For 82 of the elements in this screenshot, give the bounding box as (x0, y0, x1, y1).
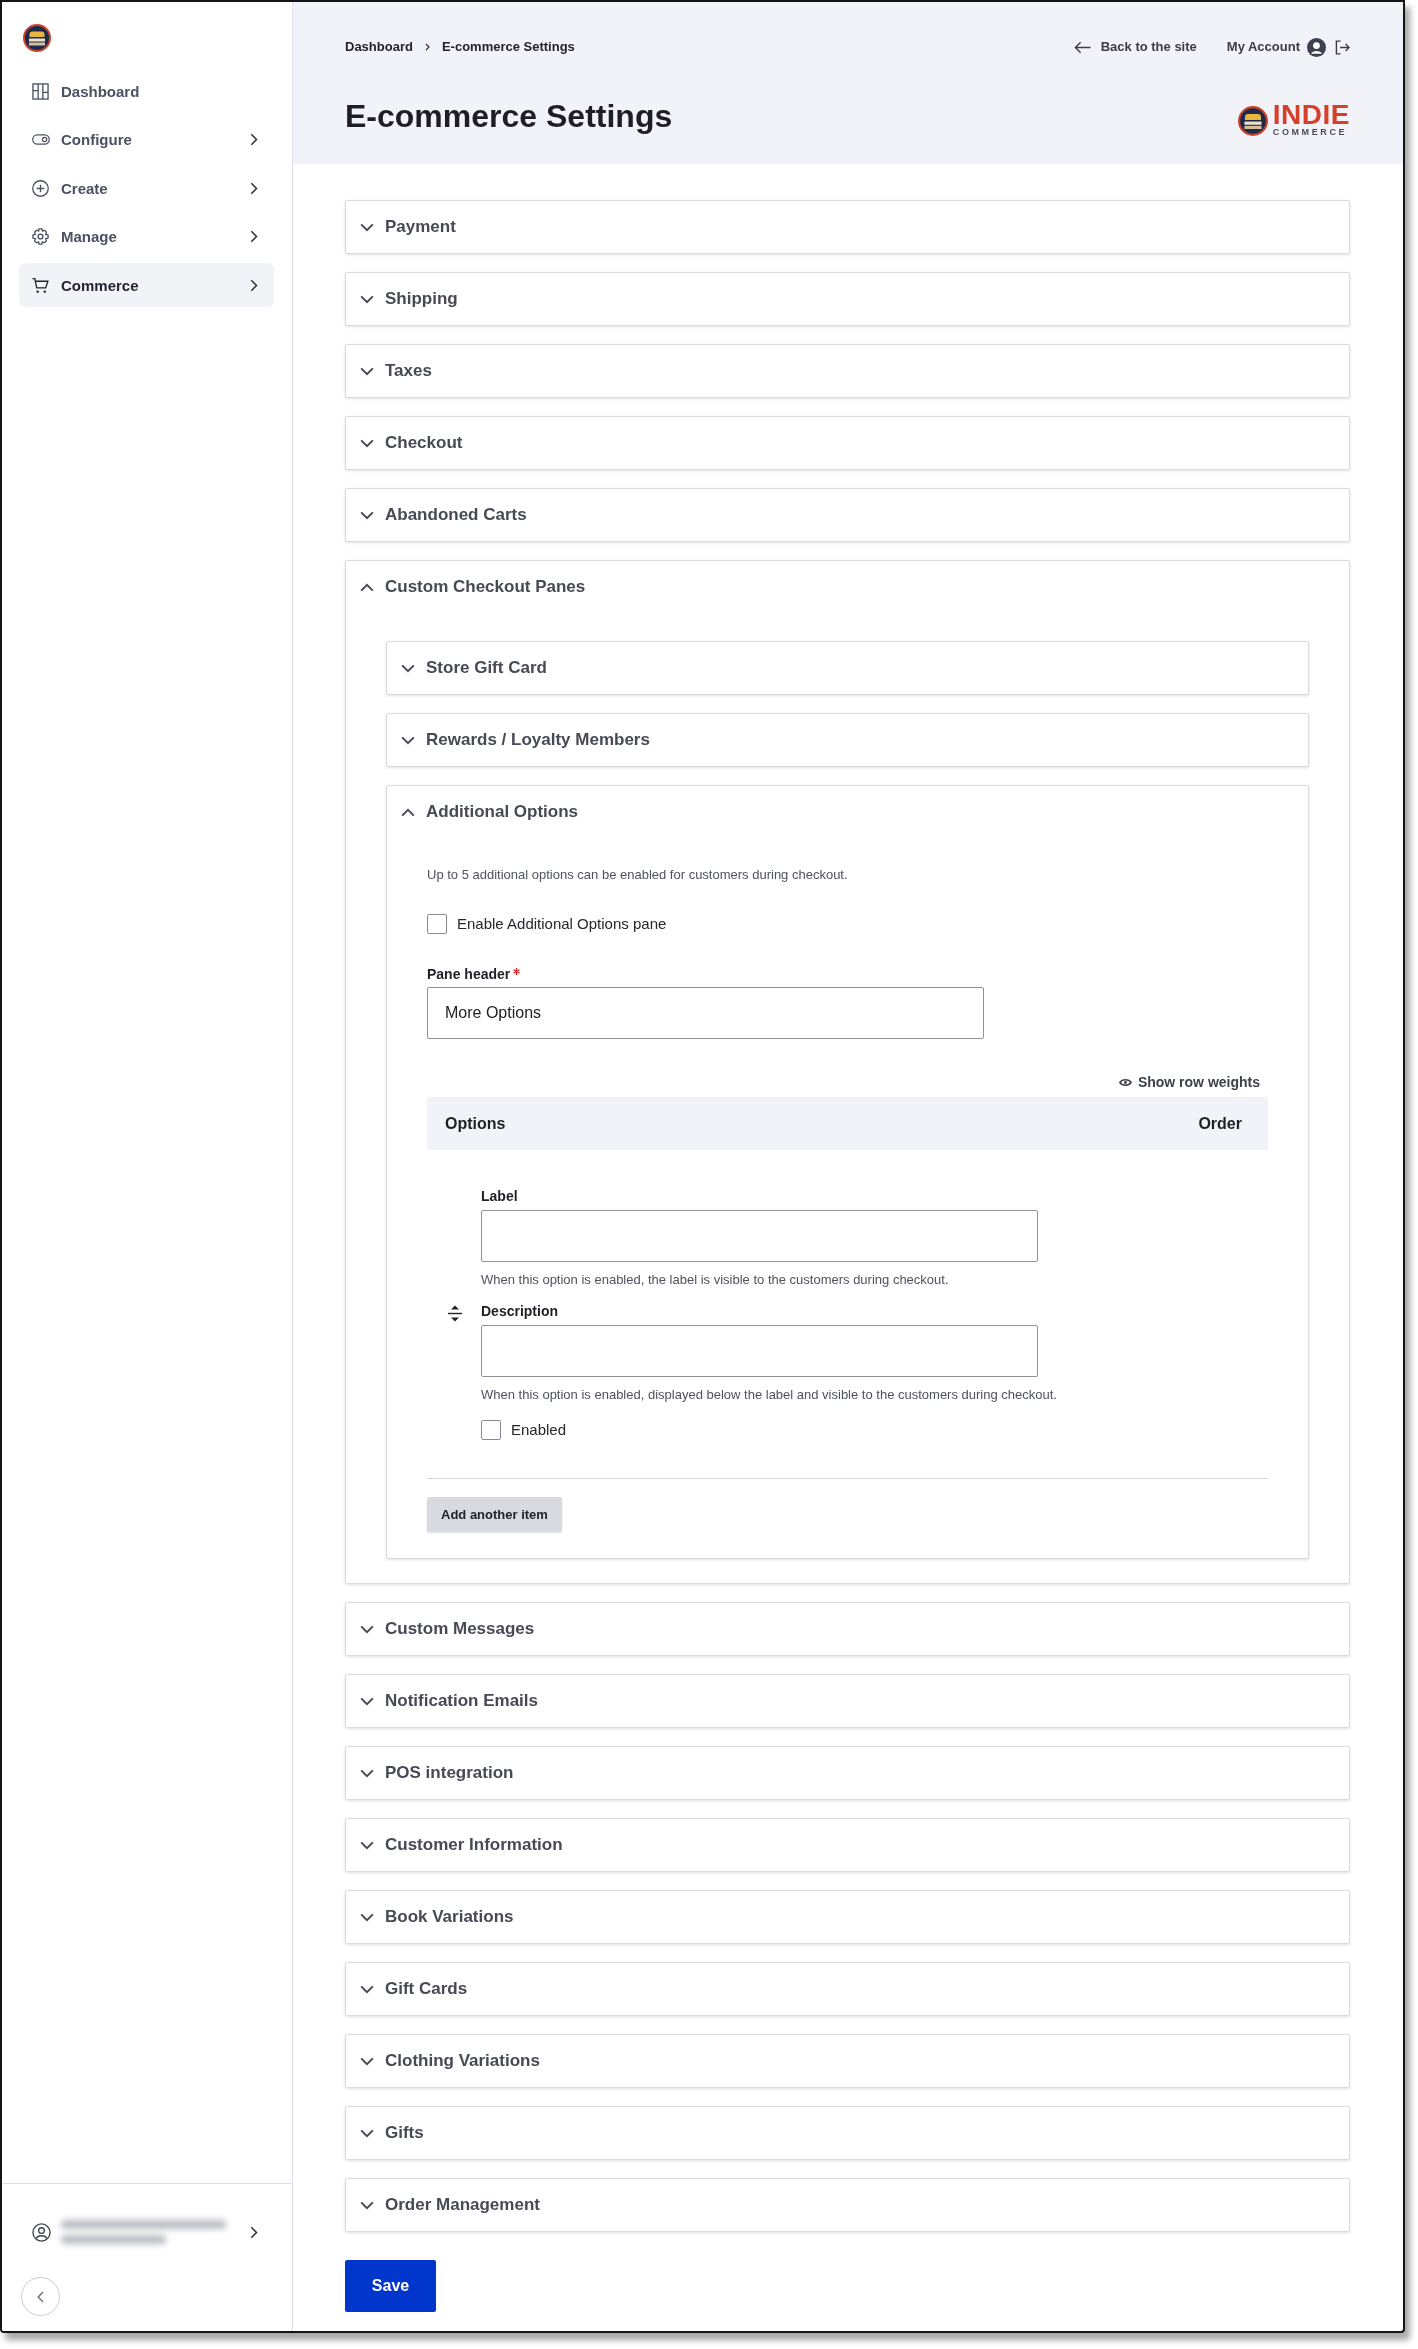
accordion-toggle[interactable]: Custom Checkout Panes (346, 561, 1349, 613)
field-label: Label (481, 1187, 519, 1205)
cart-icon (32, 276, 49, 294)
chevron-up-icon (401, 807, 415, 817)
help-text: When this option is enabled, displayed below the label and visible to the customers during checkout. (481, 1386, 1057, 1404)
nav-item[interactable]: Dashboard (19, 69, 274, 113)
help-text: When this option is enabled, the label is visible to the customers during checkout. (481, 1271, 950, 1289)
logout-icon[interactable] (1335, 39, 1350, 55)
breadcrumb-link[interactable]: Dashboard (345, 38, 413, 56)
accordion-toggle[interactable]: Custom Messages (346, 1603, 1349, 1655)
field-label: Pane header (427, 965, 511, 983)
accordion-toggle[interactable]: Taxes (346, 345, 1349, 397)
drag-handle-icon[interactable] (447, 1305, 463, 1322)
chevron-left-icon (37, 2290, 44, 2303)
column-header: Options (445, 1114, 506, 1133)
save-button[interactable]: Save (345, 2260, 436, 2312)
chevron-down-icon (360, 1984, 374, 1994)
accordion-toggle[interactable]: Shipping (346, 273, 1349, 325)
chevron-down-icon (360, 1624, 374, 1634)
accordion-toggle[interactable]: Clothing Variations (346, 2035, 1349, 2087)
chevron-down-icon (360, 1696, 374, 1706)
chevron-down-icon (360, 438, 374, 448)
breadcrumb-current: E-commerce Settings (441, 38, 575, 56)
add-item-button[interactable]: Add another item (427, 1497, 562, 1532)
logo-icon (1237, 105, 1268, 136)
back-link[interactable]: Back to the site (1073, 38, 1197, 56)
checkbox[interactable] (481, 1420, 501, 1440)
accordion-toggle[interactable]: Store Gift Card (387, 642, 1308, 694)
settings-icon (32, 228, 49, 245)
user-avatar-icon (1307, 37, 1326, 57)
chevron-down-icon (360, 510, 374, 520)
chevron-down-icon (360, 366, 374, 376)
chevron-down-icon (360, 2056, 374, 2066)
chevron-down-icon (360, 1768, 374, 1778)
accordion-toggle[interactable]: Additional Options (387, 786, 1308, 838)
toggle-icon (32, 134, 50, 145)
accordion-toggle[interactable]: Customer Information (346, 1819, 1349, 1871)
nav-item[interactable]: Configure (19, 117, 274, 162)
row-weights-toggle[interactable]: Show row weights (1118, 1073, 1260, 1091)
chevron-down-icon (360, 1840, 374, 1850)
accordion-toggle[interactable]: Book Variations (346, 1891, 1349, 1943)
logo-tagline: COMMERCE (1272, 127, 1349, 137)
checkbox-label: Enabled (511, 1421, 567, 1439)
user-icon[interactable] (32, 2222, 51, 2242)
layout-grid-icon (32, 82, 49, 100)
arrow-left-icon (1073, 40, 1091, 54)
eye-icon (1118, 1077, 1132, 1087)
chevron-right-icon (424, 43, 430, 51)
accordion-toggle[interactable]: Notification Emails (346, 1675, 1349, 1727)
text-input[interactable] (481, 1210, 1038, 1262)
chevron-down-icon (360, 2128, 374, 2138)
page-title: E-commerce Settings (345, 97, 673, 136)
chevron-down-icon (401, 735, 415, 745)
checkbox-label: Enable Additional Options pane (457, 915, 667, 933)
accordion-toggle[interactable]: Checkout (346, 417, 1349, 469)
account-link[interactable]: My Account (1226, 37, 1326, 57)
text-input[interactable] (481, 1325, 1038, 1377)
accordion-toggle[interactable]: Abandoned Carts (346, 489, 1349, 541)
accordion-toggle[interactable]: Payment (346, 201, 1349, 253)
chevron-right-icon[interactable] (250, 2225, 258, 2239)
accordion-toggle[interactable]: Gift Cards (346, 1963, 1349, 2015)
text-input[interactable]: More Options (427, 987, 984, 1039)
chevron-down-icon (360, 294, 374, 304)
chevron-down-icon (360, 222, 374, 232)
accordion-toggle[interactable]: Gifts (346, 2107, 1349, 2159)
accordion-toggle[interactable]: Rewards / Loyalty Members (387, 714, 1308, 766)
checkbox[interactable] (427, 914, 447, 934)
chevron-down-icon (360, 2200, 374, 2210)
help-text: Up to 5 additional options can be enabled for customers during checkout. (427, 866, 849, 884)
chevron-up-icon (360, 582, 374, 592)
logo-icon (23, 24, 51, 52)
plus-circle-icon (32, 179, 49, 197)
accordion-toggle[interactable]: Order Management (346, 2179, 1349, 2231)
logo-text: INDIE (1272, 104, 1350, 126)
nav-item[interactable]: Create (19, 166, 274, 210)
chevron-down-icon (360, 1912, 374, 1922)
field-label: Description (481, 1302, 559, 1320)
accordion-toggle[interactable]: POS integration (346, 1747, 1349, 1799)
nav-item[interactable]: Commerce (19, 263, 274, 307)
column-header: Order (1198, 1114, 1242, 1133)
chevron-down-icon (401, 663, 415, 673)
nav-item[interactable]: Manage (19, 214, 274, 259)
